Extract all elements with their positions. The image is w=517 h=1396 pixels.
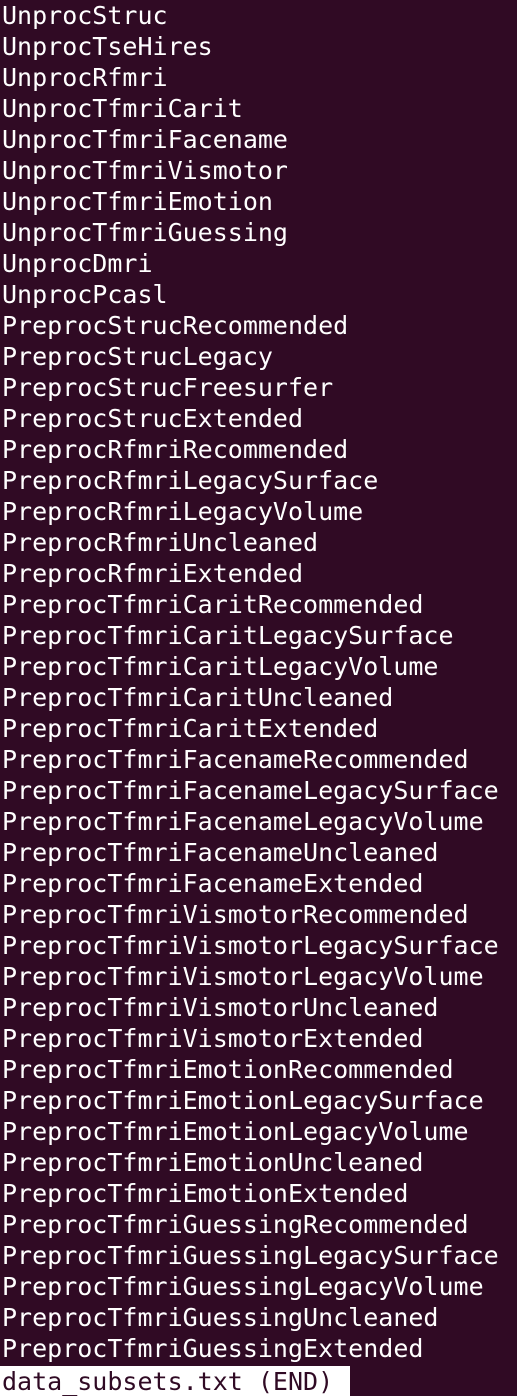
output-line: UnprocDmri (2, 249, 153, 278)
output-line: UnprocTfmriFacename (2, 125, 288, 154)
output-line: PreprocRfmriUncleaned (2, 528, 319, 557)
output-line: PreprocTfmriVismotorLegacyVolume (2, 962, 484, 991)
output-line: PreprocTfmriEmotionRecommended (2, 1055, 454, 1084)
output-line: PreprocTfmriCaritUncleaned (2, 683, 394, 712)
output-line: PreprocStrucFreesurfer (2, 373, 334, 402)
output-line: PreprocTfmriCaritRecommended (2, 590, 424, 619)
output-line: UnprocTfmriEmotion (2, 187, 273, 216)
output-line: PreprocTfmriFacenameUncleaned (2, 838, 439, 867)
output-line: UnprocTfmriGuessing (2, 218, 288, 247)
output-line: PreprocTfmriEmotionLegacyVolume (2, 1117, 469, 1146)
output-line: PreprocTfmriFacenameLegacySurface (2, 776, 499, 805)
output-line: PreprocTfmriEmotionLegacySurface (2, 1086, 484, 1115)
output-line: PreprocTfmriGuessingLegacyVolume (2, 1272, 484, 1301)
output-line: PreprocTfmriFacenameExtended (2, 869, 424, 898)
output-line: PreprocTfmriFacenameLegacyVolume (2, 807, 484, 836)
pager-status-bar: data_subsets.txt (END) (0, 1366, 351, 1396)
output-line: PreprocTfmriCaritLegacySurface (2, 621, 454, 650)
output-line: PreprocTfmriGuessingRecommended (2, 1210, 469, 1239)
output-line: UnprocTseHires (2, 32, 213, 61)
output-line: PreprocTfmriEmotionUncleaned (2, 1148, 424, 1177)
output-line: PreprocRfmriLegacySurface (2, 466, 379, 495)
output-line: PreprocTfmriVismotorUncleaned (2, 993, 439, 1022)
output-line: UnprocTfmriCarit (2, 94, 243, 123)
output-line: PreprocTfmriVismotorExtended (2, 1024, 424, 1053)
output-line: PreprocTfmriGuessingExtended (2, 1334, 424, 1363)
output-line: UnprocTfmriVismotor (2, 156, 288, 185)
pager-output: UnprocStruc UnprocTseHires UnprocRfmri Unpr… (2, 0, 517, 1364)
output-line: PreprocRfmriRecommended (2, 435, 349, 464)
terminal-window[interactable]: UnprocStruc UnprocTseHires UnprocRfmri Unpr… (0, 0, 517, 1396)
output-line: PreprocTfmriVismotorLegacySurface (2, 931, 499, 960)
output-line: PreprocTfmriCaritLegacyVolume (2, 652, 439, 681)
output-line: PreprocStrucExtended (2, 404, 304, 433)
output-line: PreprocTfmriFacenameRecommended (2, 745, 469, 774)
output-line: PreprocRfmriLegacyVolume (2, 497, 364, 526)
output-line: PreprocTfmriVismotorRecommended (2, 900, 469, 929)
output-line: PreprocTfmriGuessingLegacySurface (2, 1241, 499, 1270)
output-line: PreprocRfmriExtended (2, 559, 304, 588)
output-line: PreprocTfmriCaritExtended (2, 714, 379, 743)
output-line: PreprocTfmriEmotionExtended (2, 1179, 409, 1208)
output-line: PreprocTfmriGuessingUncleaned (2, 1303, 439, 1332)
output-line: PreprocStrucLegacy (2, 342, 273, 371)
output-line: UnprocRfmri (2, 63, 168, 92)
output-line: UnprocStruc (2, 1, 168, 30)
output-line: UnprocPcasl (2, 280, 168, 309)
output-line: PreprocStrucRecommended (2, 311, 349, 340)
